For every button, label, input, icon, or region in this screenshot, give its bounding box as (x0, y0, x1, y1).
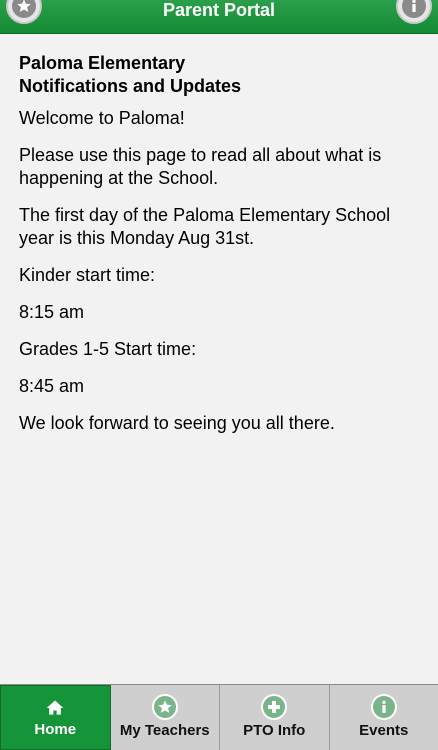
app-root: Parent Portal Paloma Elementary Notifica… (0, 0, 438, 750)
info-icon (370, 694, 397, 720)
tab-my-teachers[interactable]: My Teachers (110, 685, 220, 750)
tab-pto-info[interactable]: PTO Info (220, 685, 330, 750)
plus-icon (261, 694, 288, 720)
tab-events-label: Events (359, 722, 409, 739)
star-icon (151, 694, 178, 720)
content-heading: Paloma Elementary Notifications and Upda… (19, 52, 419, 98)
welcome-text: Welcome to Paloma! (19, 108, 185, 128)
kinder-time: 8:15 am (19, 302, 85, 322)
kinder-label: Kinder start time: (19, 265, 156, 285)
grades-label: Grades 1-5 Start time: (19, 339, 197, 359)
info-icon (402, 0, 426, 18)
notifications-content: Paloma Elementary Notifications and Upda… (19, 52, 419, 449)
tab-home-label: Home (34, 721, 77, 738)
page-title: Parent Portal (162, 0, 276, 20)
tab-pto-info-label: PTO Info (243, 722, 306, 739)
home-icon (42, 695, 68, 721)
tab-my-teachers-label: My Teachers (119, 722, 210, 739)
first-day-text: The first day of the Paloma Elementary S… (19, 205, 391, 248)
header-bar: Parent Portal (0, 0, 438, 34)
bottom-tab-bar: Home My Teachers PTO Info Events (0, 684, 438, 750)
heading-line-1: Paloma Elementary (19, 53, 186, 73)
intro-text: Please use this page to read all about w… (19, 145, 382, 188)
closing-text: We look forward to seeing you all there. (19, 413, 335, 433)
heading-line-2: Notifications and Updates (19, 76, 242, 96)
tab-home[interactable]: Home (0, 685, 111, 750)
grades-time: 8:45 am (19, 376, 85, 396)
tab-events[interactable]: Events (329, 685, 438, 750)
